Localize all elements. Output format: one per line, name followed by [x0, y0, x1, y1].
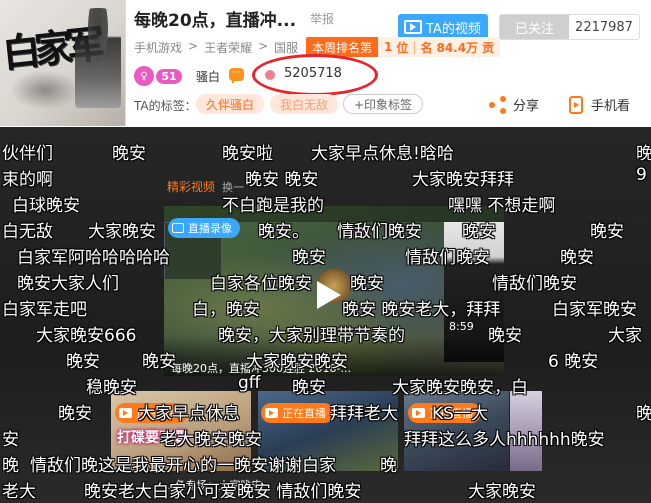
live-badge-label: 正在直播 [282, 407, 326, 420]
tags-label: TA的标签： [134, 99, 197, 113]
room-title: 每晚20点，直播冲... [134, 11, 297, 31]
room-header: 白家军 每晚20点，直播冲... 举报 TA的视频 已关注 2217987 手机… [0, 0, 651, 126]
live-thumbnail[interactable] [510, 391, 542, 471]
live-badge-label: 正在直播 [136, 407, 180, 420]
breadcrumb-item[interactable]: 王者荣耀 [204, 39, 252, 56]
add-tag-button[interactable]: +印象标签 [343, 94, 424, 114]
recommend-title: 精彩视频 [167, 180, 216, 194]
live-icon [119, 408, 132, 418]
weekly-rank-box[interactable]: 本周排名第 1 位 | 名 84.4万 贡 [306, 37, 501, 57]
rank-gap-value: 84.4万 [436, 40, 479, 55]
play-icon[interactable] [309, 278, 343, 312]
share-icon [489, 95, 507, 114]
anchor-avatar[interactable]: 白家军 [0, 0, 126, 126]
follow-button[interactable]: 已关注 [500, 15, 569, 39]
mobile-watch-label: 手机看 [591, 99, 631, 114]
follow-box: 已关注 2217987 [499, 14, 640, 40]
mobile-watch-button[interactable]: 手机看 [569, 95, 630, 114]
share-label: 分享 [513, 99, 540, 114]
video-caption: 每晚20点，直播冲300连胜 2018-... [171, 362, 351, 375]
rank-unit: 位 [396, 40, 409, 55]
avatar-figure [75, 8, 121, 108]
phone-play-icon [569, 95, 583, 114]
breadcrumb: 手机游戏 > 王者荣耀 > 国服 [134, 39, 298, 56]
chat-icon[interactable]: ··· [229, 68, 244, 84]
replay-badge-label: 直播录像 [188, 222, 232, 235]
rank-value: 1 [384, 40, 393, 54]
breadcrumb-item[interactable]: 手机游戏 [134, 39, 182, 56]
live-badge-label: 正在直播 [429, 407, 473, 420]
level-badge: 51 [156, 69, 182, 84]
live-icon [412, 408, 425, 418]
live-badge: 正在直播 [408, 403, 481, 423]
anchor-name[interactable]: 骚白 [196, 68, 220, 85]
rank-separator: | [412, 40, 417, 54]
follower-count: 2217987 [575, 19, 633, 35]
video-duration: 8:59 [449, 320, 474, 333]
ta-video-label: TA的视频 [426, 21, 481, 37]
bottom-caption: ...备专场：大家晚安 [164, 479, 263, 492]
breadcrumb-sep: > [188, 39, 199, 53]
video-icon [404, 20, 422, 34]
replay-icon [172, 223, 184, 233]
live-badge: 正在直播 [261, 403, 334, 423]
highlight-ellipse [252, 54, 378, 96]
refresh-link[interactable]: 换一 [222, 179, 244, 195]
thumbnail-text: 打碟要不要 [117, 430, 187, 446]
report-link[interactable]: 举报 [310, 10, 334, 27]
live-badge: 正在直播 [115, 403, 188, 423]
breadcrumb-item[interactable]: 国服 [274, 39, 298, 56]
video-player[interactable]: 精彩视频 换一 直播录像 8:59 每晚20点，直播冲300连胜 2018-..… [0, 127, 651, 503]
tag-item[interactable]: 久伴骚白 [196, 94, 265, 114]
rank-body: 1 位 | 名 84.4万 贡 [378, 37, 501, 57]
rank-gap-label: 名 [420, 40, 433, 55]
level-icon: ♀ [134, 66, 154, 86]
live-icon [265, 408, 278, 418]
share-button[interactable]: 分享 [489, 95, 539, 114]
tag-item[interactable]: 我白无敌 [270, 94, 339, 114]
replay-badge: 直播录像 [168, 218, 240, 238]
rank-gap-unit: 贡 [482, 40, 495, 55]
breadcrumb-sep: > [258, 39, 269, 53]
